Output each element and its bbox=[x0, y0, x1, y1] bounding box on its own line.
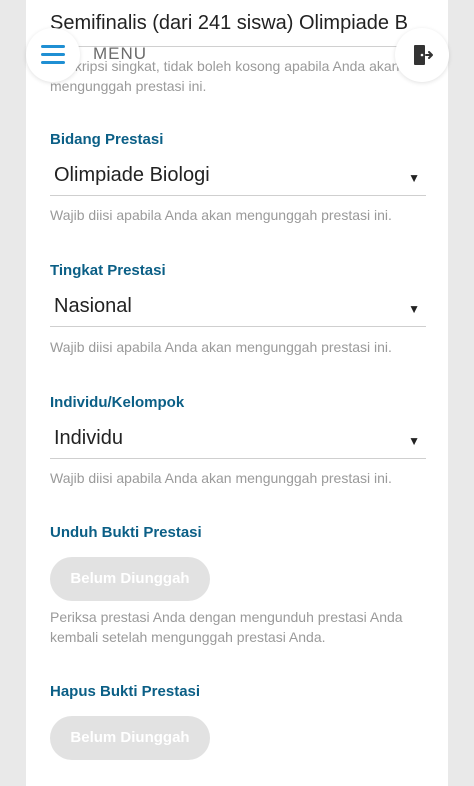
field-label-hapus-bukti: Hapus Bukti Prestasi bbox=[50, 683, 201, 700]
hamburger-icon bbox=[41, 45, 65, 65]
dropdown-caret-icon: ▼ bbox=[408, 434, 420, 448]
menu-label[interactable]: MENU bbox=[93, 44, 147, 64]
achievement-form-card: Semifinalis (dari 241 siswa) Olimpiade B… bbox=[26, 0, 448, 786]
delete-proof-button[interactable]: Belum Diunggah bbox=[50, 716, 210, 760]
menu-button[interactable] bbox=[26, 28, 80, 82]
tingkat-prestasi-value: Nasional bbox=[54, 295, 132, 317]
bidang-prestasi-help: Wajib diisi apabila Anda akan mengunggah… bbox=[50, 207, 392, 223]
dropdown-caret-icon: ▼ bbox=[408, 302, 420, 316]
field-label-individu-kelompok: Individu/Kelompok bbox=[50, 394, 185, 411]
tingkat-prestasi-help: Wajib diisi apabila Anda akan mengunggah… bbox=[50, 339, 392, 355]
bidang-prestasi-select[interactable]: Olimpiade Biologi ▼ bbox=[50, 157, 426, 196]
individu-kelompok-select[interactable]: Individu ▼ bbox=[50, 420, 426, 459]
tingkat-prestasi-select[interactable]: Nasional ▼ bbox=[50, 288, 426, 327]
individu-kelompok-value: Individu bbox=[54, 427, 123, 449]
dropdown-caret-icon: ▼ bbox=[408, 171, 420, 185]
field-label-bidang-prestasi: Bidang Prestasi bbox=[50, 131, 164, 148]
individu-kelompok-help: Wajib diisi apabila Anda akan mengunggah… bbox=[50, 470, 392, 486]
page: Semifinalis (dari 241 siswa) Olimpiade B… bbox=[0, 0, 474, 786]
download-proof-button[interactable]: Belum Diunggah bbox=[50, 557, 210, 601]
bidang-prestasi-value: Olimpiade Biologi bbox=[54, 164, 210, 186]
logout-button[interactable] bbox=[395, 28, 449, 82]
logout-icon bbox=[414, 45, 433, 65]
field-label-unduh-bukti: Unduh Bukti Prestasi bbox=[50, 524, 202, 541]
achievement-title-input[interactable]: Semifinalis (dari 241 siswa) Olimpiade B bbox=[50, 12, 430, 35]
field-label-tingkat-prestasi: Tingkat Prestasi bbox=[50, 262, 166, 279]
download-help-text: Periksa prestasi Anda dengan mengunduh p… bbox=[50, 609, 403, 645]
